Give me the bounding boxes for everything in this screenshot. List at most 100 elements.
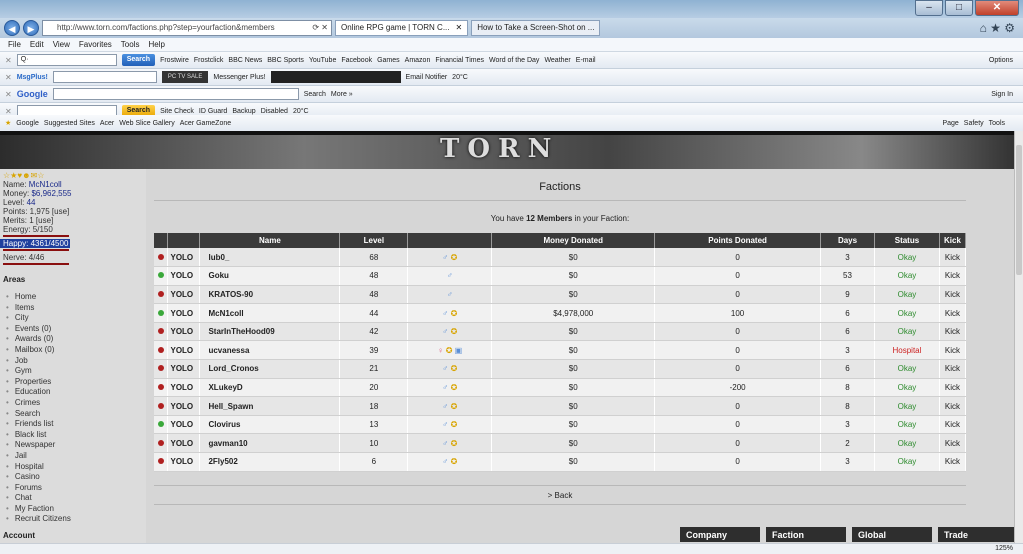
tab-faction[interactable]: Faction bbox=[766, 527, 846, 542]
menu-help[interactable]: Help bbox=[148, 38, 164, 51]
male-icon[interactable]: ♂ bbox=[447, 271, 453, 280]
sidebar-item[interactable]: • Mailbox (0) bbox=[0, 345, 146, 356]
forward-nav-icon[interactable]: ▶ bbox=[23, 20, 39, 36]
tab-close-icon[interactable]: ✕ bbox=[455, 21, 462, 35]
toolbar-link[interactable]: Frostwire bbox=[160, 57, 189, 64]
toolbar-link[interactable]: Financial Times bbox=[435, 57, 484, 64]
back-nav-icon[interactable]: ◀ bbox=[4, 20, 20, 36]
google-search-input[interactable] bbox=[52, 88, 299, 100]
faction-tag[interactable]: YOLO bbox=[167, 415, 201, 435]
toolbar-link[interactable]: Amazon bbox=[405, 57, 431, 64]
torn-logo[interactable]: TORN bbox=[440, 134, 559, 164]
donator-star-icon[interactable]: ✪ bbox=[451, 383, 458, 392]
toolbar-link[interactable]: Facebook bbox=[341, 57, 372, 64]
toolbar-options[interactable]: Options bbox=[989, 57, 1013, 64]
tab-screenshot[interactable]: How to Take a Screen-Shot on ... bbox=[471, 20, 601, 36]
tab-trade[interactable]: Trade bbox=[938, 527, 1018, 542]
toolbar-link[interactable]: E-mail bbox=[576, 57, 596, 64]
male-icon[interactable]: ♂ bbox=[442, 383, 450, 392]
faction-tag[interactable]: YOLO bbox=[167, 303, 201, 323]
kick-link[interactable]: Kick bbox=[939, 359, 967, 379]
maximize-button[interactable]: □ bbox=[945, 0, 973, 16]
favorite-link[interactable]: Suggested Sites bbox=[44, 120, 95, 127]
toolbar-link[interactable]: BBC Sports bbox=[267, 57, 304, 64]
toolbar-link[interactable]: BBC News bbox=[228, 57, 262, 64]
id-guard-button[interactable]: ID Guard bbox=[199, 108, 227, 115]
kick-link[interactable]: Kick bbox=[939, 340, 967, 361]
toolbar-link[interactable]: Weather bbox=[544, 57, 570, 64]
tv-badge[interactable]: PC TV SALE bbox=[161, 71, 209, 83]
toolbar-link[interactable]: YouTube bbox=[309, 57, 337, 64]
sidebar-item[interactable]: • My Faction bbox=[0, 504, 146, 515]
male-icon[interactable]: ♂ bbox=[442, 364, 450, 373]
member-name[interactable]: ucvanessa bbox=[199, 340, 341, 361]
tab-global[interactable]: Global bbox=[852, 527, 932, 542]
menu-favorites[interactable]: Favorites bbox=[79, 38, 112, 51]
menu-file[interactable]: File bbox=[8, 38, 21, 51]
close-button[interactable]: ✕ bbox=[975, 0, 1019, 16]
kick-link[interactable]: Kick bbox=[939, 322, 967, 342]
col-name[interactable]: Name bbox=[199, 233, 341, 248]
toolbar-search-button[interactable]: Search bbox=[121, 54, 156, 66]
col-money[interactable]: Money Donated bbox=[491, 233, 656, 248]
toolbar-link[interactable]: Messenger Plus! bbox=[213, 74, 265, 81]
safety-menu[interactable]: Safety bbox=[964, 120, 984, 127]
sidebar-item[interactable]: • Gym bbox=[0, 366, 146, 377]
faction-tag[interactable]: YOLO bbox=[167, 378, 201, 398]
page-menu[interactable]: Page bbox=[942, 120, 958, 127]
donator-star-icon[interactable]: ✪ bbox=[451, 309, 458, 318]
faction-tag[interactable]: YOLO bbox=[167, 452, 201, 472]
menu-edit[interactable]: Edit bbox=[30, 38, 44, 51]
favorite-link[interactable]: Acer bbox=[100, 120, 114, 127]
more-button[interactable]: More » bbox=[331, 91, 353, 98]
male-icon[interactable]: ♂ bbox=[442, 439, 450, 448]
donator-star-icon[interactable]: ✪ bbox=[451, 420, 458, 429]
col-level[interactable]: Level bbox=[339, 233, 409, 248]
sidebar-item[interactable]: • Forums bbox=[0, 483, 146, 494]
male-icon[interactable]: ♂ bbox=[442, 402, 450, 411]
toolbar-link[interactable]: Word of the Day bbox=[489, 57, 539, 64]
sidebar-item[interactable]: • Awards (0) bbox=[0, 334, 146, 345]
toolbar-link[interactable]: Games bbox=[377, 57, 400, 64]
menu-view[interactable]: View bbox=[53, 38, 70, 51]
back-link[interactable]: > Back bbox=[154, 485, 966, 505]
sidebar-item[interactable]: • Job bbox=[0, 356, 146, 367]
player-name-link[interactable]: McN1coll bbox=[29, 180, 62, 189]
favorite-link[interactable]: Web Slice Gallery bbox=[119, 120, 175, 127]
ad-banner[interactable] bbox=[270, 71, 401, 83]
faction-tag[interactable]: YOLO bbox=[167, 248, 201, 268]
kick-link[interactable]: Kick bbox=[939, 303, 967, 323]
member-name[interactable]: KRATOS-90 bbox=[199, 285, 341, 305]
stat-points[interactable]: Points: 1,975 [use] bbox=[0, 207, 146, 216]
backup-button[interactable]: Backup bbox=[232, 108, 255, 115]
tools-menu[interactable]: Tools bbox=[989, 120, 1005, 127]
sidebar-item[interactable]: • Friends list bbox=[0, 419, 146, 430]
kick-link[interactable]: Kick bbox=[939, 415, 967, 435]
col-days[interactable]: Days bbox=[820, 233, 875, 248]
member-name[interactable]: 2Fly502 bbox=[199, 452, 341, 472]
faction-tag[interactable]: YOLO bbox=[167, 433, 201, 454]
sidebar-item[interactable]: • Newspaper bbox=[0, 440, 146, 451]
donator-star-icon[interactable]: ✪ bbox=[451, 457, 458, 466]
home-star-gear-icons[interactable]: ⌂ ★ ⚙ bbox=[980, 21, 1015, 35]
faction-tag[interactable]: YOLO bbox=[167, 340, 201, 361]
member-name[interactable]: lub0_ bbox=[199, 248, 341, 268]
sidebar-item[interactable]: • Casino bbox=[0, 472, 146, 483]
favorite-link[interactable]: Acer GameZone bbox=[180, 120, 231, 127]
zoom-level[interactable]: 125% bbox=[995, 545, 1013, 552]
kick-link[interactable]: Kick bbox=[939, 452, 967, 472]
sidebar-item[interactable]: • Chat bbox=[0, 493, 146, 504]
member-name[interactable]: Clovirus bbox=[199, 415, 341, 435]
kick-link[interactable]: Kick bbox=[939, 433, 967, 454]
toolbar-link[interactable]: Email Notifier bbox=[406, 74, 448, 81]
scrollbar-thumb[interactable] bbox=[1016, 145, 1022, 275]
member-name[interactable]: Lord_Cronos bbox=[199, 359, 341, 379]
male-icon[interactable]: ♂ bbox=[442, 327, 450, 336]
refresh-icon[interactable]: ⟳ ✕ bbox=[312, 21, 328, 35]
member-name[interactable]: gavman10 bbox=[199, 433, 341, 454]
member-name[interactable]: McN1coll bbox=[199, 303, 341, 323]
sidebar-item[interactable]: • Black list bbox=[0, 430, 146, 441]
kick-link[interactable]: Kick bbox=[939, 378, 967, 398]
col-points[interactable]: Points Donated bbox=[654, 233, 822, 248]
sidebar-item[interactable]: • Recruit Citizens bbox=[0, 514, 146, 525]
